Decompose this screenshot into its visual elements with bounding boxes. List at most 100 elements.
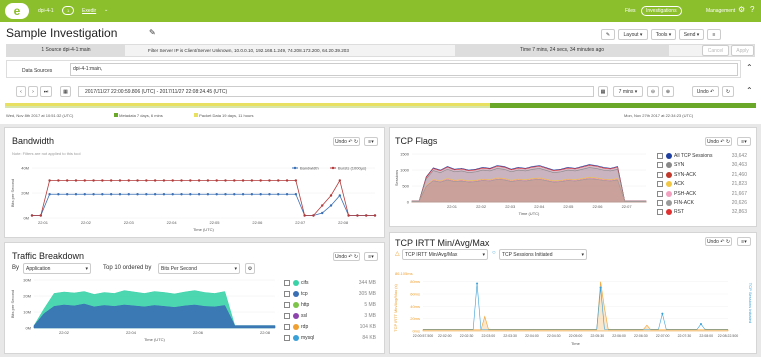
legend-value: 104 KB (359, 324, 376, 330)
collapse-icon-2[interactable]: ⌃ (746, 86, 753, 95)
group-by-select[interactable]: Application ▾ (23, 263, 91, 274)
user-menu[interactable]: Exedir (82, 8, 96, 14)
y-tick-label: 10M (23, 310, 31, 315)
legend-checkbox[interactable] (657, 209, 663, 216)
link-icon[interactable]: ✎ (601, 29, 615, 40)
source-filter[interactable]: 1 Source dpi-4-1:main (7, 45, 125, 56)
calendar-icon-2[interactable]: ▦ (598, 86, 608, 97)
data-point (329, 194, 333, 197)
legend-row[interactable]: ACK 21,823 (657, 180, 751, 189)
irtt-chart[interactable]: 86.105ms 0ms 20ms 40ms 60ms 80ms TCP IRTT Min/… (393, 263, 754, 351)
legend-checkbox[interactable] (657, 190, 663, 197)
legend-row[interactable]: SYN 30,463 (657, 161, 751, 170)
y-axis-label: Sessions (394, 170, 399, 186)
legend-checkbox[interactable] (284, 335, 290, 341)
legend-checkbox[interactable] (657, 162, 663, 169)
tcp-flags-chart[interactable]: 0 500 1000 1500 Sessions 22:01 22:02 22:03 22:04… (394, 150, 654, 220)
prev-icon[interactable]: ‹ (16, 86, 26, 97)
chevron-down-icon[interactable]: ⌄ (104, 7, 108, 13)
traffic-chart[interactable]: 0M 10M 20M 30M Bits per Second 22:02 22:04 22:0… (10, 276, 285, 348)
traffic-undo-button[interactable]: Undo ↶ ↻ (333, 252, 360, 261)
legend-checkbox[interactable] (657, 171, 663, 178)
tcp-flags-undo-button[interactable]: Undo ↶ ↻ (705, 137, 732, 146)
data-point (189, 179, 192, 182)
gear-icon[interactable]: ⚙ (738, 5, 745, 14)
legend-row[interactable]: cifs 344 MB (284, 279, 380, 288)
legend-checkbox[interactable] (657, 200, 663, 206)
irtt-menu-icon[interactable]: ≡▾ (737, 237, 751, 246)
send-button[interactable]: Send ▾ (679, 29, 704, 40)
apply-button[interactable]: Apply (731, 45, 754, 56)
duration-select[interactable]: 7 mins ▾ (613, 86, 643, 97)
data-point (101, 193, 104, 196)
time-filter[interactable]: Time 7 mins, 24 secs, 34 minutes ago (455, 45, 669, 56)
bandwidth-chart[interactable]: 0M 20M 40M Bits per Second 22:01 22:02 22:03 22… (10, 160, 382, 232)
x-tick-label: 22:02 (476, 204, 487, 209)
tools-button[interactable]: Tools ▾ (651, 29, 676, 40)
legend-swatch (293, 335, 299, 341)
legend-row[interactable]: rdp 104 KB (284, 323, 380, 332)
y-tick-label: 500 (402, 184, 409, 189)
legend-checkbox[interactable] (657, 181, 663, 188)
next-icon[interactable]: › (28, 86, 38, 97)
menu-icon[interactable]: ≡ (707, 29, 721, 40)
bandwidth-menu-icon[interactable]: ≡▾ (364, 137, 378, 146)
metric1-select[interactable]: TCP IRTT Min/Avg/Max ▾ (402, 249, 488, 260)
layout-button[interactable]: Layout ▾ (618, 29, 648, 40)
irtt-undo-button[interactable]: Undo ↶ ↻ (705, 237, 732, 246)
legend-checkbox[interactable] (657, 153, 663, 159)
data-sources-input[interactable]: dpi-4-1:main, (70, 63, 738, 76)
skip-end-icon[interactable]: ⏭ (40, 86, 52, 97)
packet-swatch (194, 113, 198, 117)
data-point (118, 193, 122, 196)
legend-checkbox[interactable] (284, 302, 290, 308)
legend-row[interactable]: All TCP Sessions 33,642 (657, 152, 751, 161)
legend-checkbox[interactable] (284, 324, 290, 330)
series-line (32, 193, 375, 216)
instance-name[interactable]: dpi-4-1 (38, 8, 54, 14)
nav-investigations[interactable]: Investigations (641, 6, 682, 16)
legend-row[interactable]: mysql 84 KB (284, 334, 380, 343)
legend-checkbox[interactable] (284, 291, 290, 297)
time-range-input[interactable]: 2017/11/27 22:00:59.806 (UTC) - 2017/11/… (78, 86, 594, 97)
legend-row[interactable]: http 5 MB (284, 301, 380, 310)
legend-checkbox[interactable] (284, 280, 290, 286)
bandwidth-undo-button[interactable]: Undo ↶ ↻ (333, 137, 360, 146)
x-tick-label: 22:02:30 (460, 334, 474, 338)
legend-row[interactable]: PSH-ACK 21,667 (657, 190, 751, 199)
order-select[interactable]: Bits Per Second ▾ (158, 263, 240, 274)
legend-row[interactable]: SYN-ACK 21,460 (657, 171, 751, 180)
legend-value: 32,863 (731, 209, 747, 216)
tcp-flags-menu-icon[interactable]: ≡▾ (737, 137, 751, 146)
help-icon[interactable]: ? (750, 5, 754, 14)
calendar-icon[interactable]: ▦ (60, 86, 71, 97)
y-tick-label: 30M (23, 278, 31, 283)
app-logo[interactable]: e (5, 3, 29, 19)
server-filter[interactable]: Filter Server IP is Client/Server Unknow… (148, 45, 446, 56)
metric2-select[interactable]: TCP Sessions Initiated ▾ (499, 249, 587, 260)
legend-checkbox[interactable] (284, 313, 290, 319)
collapse-icon[interactable]: ⌃ (746, 63, 753, 72)
undo-button[interactable]: Undo ↶ (692, 86, 719, 97)
data-point (241, 179, 245, 182)
data-point (250, 179, 254, 182)
refresh-icon[interactable]: ↻ (722, 86, 734, 97)
nav-management[interactable]: Management (706, 8, 735, 14)
cancel-button[interactable]: Cancel (702, 45, 729, 56)
metadata-legend: Metadata 7 days, 6 mins (114, 113, 163, 118)
legend-row[interactable]: ssl 3 MB (284, 312, 380, 321)
legend-row[interactable]: tcp 305 MB (284, 290, 380, 299)
legend-row[interactable]: RST 32,863 (657, 208, 751, 217)
edit-icon[interactable]: ✎ (149, 28, 156, 37)
traffic-menu-icon[interactable]: ≡▾ (364, 252, 378, 261)
x-tick-label: 22:06:00 (612, 334, 626, 338)
zoom-in-icon[interactable]: ⊕ (662, 86, 674, 97)
legend-value: 305 MB (358, 291, 376, 297)
zoom-out-icon[interactable]: ⊖ (647, 86, 659, 97)
legend-value: 21,823 (731, 181, 747, 188)
data-point (109, 179, 113, 182)
nav-files[interactable]: Files (625, 8, 636, 14)
legend-row[interactable]: FIN-ACK 20,626 (657, 199, 751, 208)
settings-gear-icon[interactable]: ⚙ (245, 263, 255, 274)
legend-value: 5 MB (364, 302, 376, 308)
